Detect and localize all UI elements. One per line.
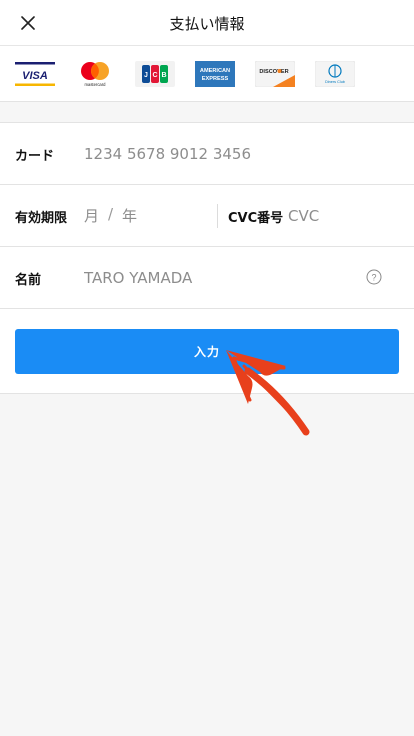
expiry-month-input[interactable] bbox=[84, 185, 106, 246]
card-brands-row: VISA mastercard J C B AMERICAN EXPRESS D… bbox=[0, 46, 414, 102]
discover-logo: DISCOVER bbox=[255, 61, 295, 87]
svg-text:J: J bbox=[144, 72, 148, 79]
expiry-year-input[interactable] bbox=[122, 185, 158, 246]
amex-logo: AMERICAN EXPRESS bbox=[195, 61, 235, 87]
jcb-logo: J C B bbox=[135, 61, 175, 87]
svg-text:VISA: VISA bbox=[22, 70, 48, 82]
name-input[interactable] bbox=[84, 247, 394, 308]
svg-text:B: B bbox=[161, 72, 166, 79]
svg-text:Diners Club: Diners Club bbox=[325, 80, 345, 84]
diners-logo: Diners Club bbox=[315, 61, 355, 87]
name-row: 名前 bbox=[0, 247, 414, 309]
field-divider bbox=[217, 204, 218, 228]
svg-text:mastercard: mastercard bbox=[85, 82, 107, 87]
svg-text:DISCOVER: DISCOVER bbox=[259, 69, 288, 75]
card-label: カード bbox=[15, 149, 55, 164]
expiry-separator: / bbox=[108, 205, 114, 223]
svg-text:EXPRESS: EXPRESS bbox=[202, 76, 229, 82]
expiry-label: 有効期限 bbox=[15, 211, 68, 226]
visa-logo: VISA bbox=[15, 62, 55, 86]
header-bar: 支払い情報 bbox=[0, 0, 414, 46]
payment-form: カード 有効期限 / CVC番号 ? 名前 入力 bbox=[0, 122, 414, 394]
cvc-label: CVC番号 bbox=[228, 211, 284, 226]
expiry-cvc-row: 有効期限 / CVC番号 ? bbox=[0, 185, 414, 285]
submit-button[interactable]: 入力 bbox=[15, 329, 399, 374]
mastercard-logo: mastercard bbox=[81, 62, 109, 87]
svg-text:C: C bbox=[152, 72, 157, 79]
card-number-row: カード bbox=[0, 123, 414, 185]
name-label: 名前 bbox=[15, 273, 42, 288]
svg-text:AMERICAN: AMERICAN bbox=[200, 68, 230, 74]
annotation-arrow-icon bbox=[226, 350, 310, 436]
payment-info-screen: 支払い情報 VISA mastercard J C B AMERICAN EXP… bbox=[0, 0, 414, 736]
page-title: 支払い情報 bbox=[169, 15, 245, 33]
card-number-input[interactable] bbox=[84, 123, 394, 184]
cvc-input[interactable] bbox=[288, 185, 348, 246]
